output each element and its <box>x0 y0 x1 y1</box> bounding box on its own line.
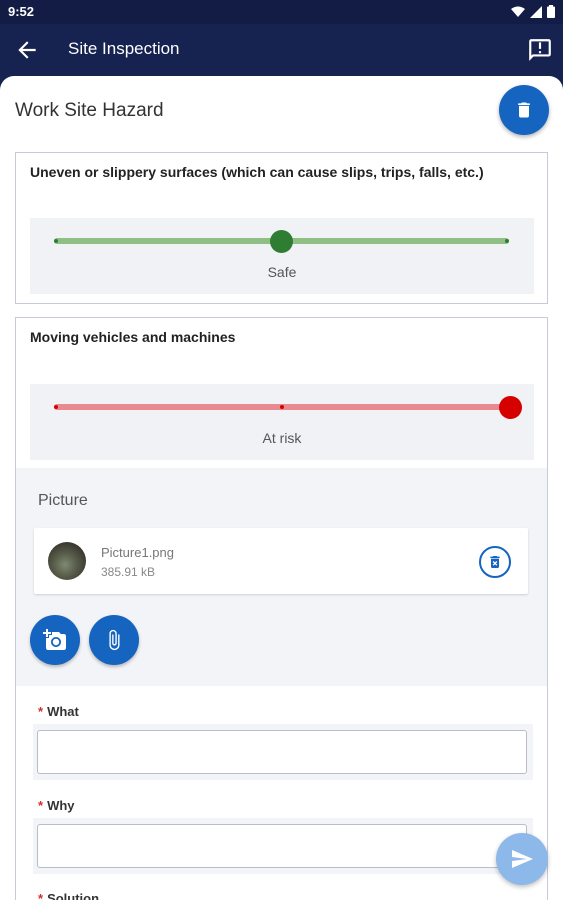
slider-tick <box>280 405 284 409</box>
back-arrow-icon <box>18 41 36 59</box>
slider-tick <box>54 405 58 409</box>
slider-tick <box>505 239 509 243</box>
slider-value-label: Safe <box>267 264 297 280</box>
feedback-icon <box>529 39 551 61</box>
hazard-label: Moving vehicles and machines <box>30 329 236 345</box>
hazard-slider[interactable]: Safe <box>30 218 534 294</box>
hazard-label: Uneven or slippery surfaces (which can c… <box>30 164 484 180</box>
hazard-card-surfaces: Uneven or slippery surfaces (which can c… <box>15 152 548 304</box>
picture-section: Picture Picture1.png 385.91 kB <box>16 468 547 686</box>
hazard-slider[interactable]: At risk <box>30 384 534 460</box>
required-marker: * <box>38 704 44 719</box>
delete-section-button[interactable] <box>499 85 549 135</box>
hazard-card-vehicles: Moving vehicles and machines At risk Pic… <box>15 317 548 900</box>
attachment-name: Picture1.png <box>101 545 174 560</box>
paperclip-icon <box>109 629 120 651</box>
status-bar: 9:52 <box>0 0 563 24</box>
section-title: Work Site Hazard <box>15 100 164 121</box>
camera-add-icon <box>43 629 66 650</box>
app-bar: Site Inspection <box>0 24 563 76</box>
attachment-item[interactable]: Picture1.png 385.91 kB <box>34 528 528 594</box>
required-marker: * <box>38 798 44 813</box>
page-title: Site Inspection <box>68 39 180 58</box>
add-photo-button[interactable] <box>30 615 80 665</box>
send-icon <box>512 850 533 868</box>
feedback-button[interactable] <box>527 37 553 63</box>
picture-label: Picture <box>38 492 88 509</box>
slider-thumb[interactable] <box>270 230 293 253</box>
slider-thumb[interactable] <box>499 396 522 419</box>
what-field <box>33 724 533 780</box>
what-label: * What <box>38 704 79 719</box>
trash-icon <box>490 556 500 568</box>
signal-icon <box>530 5 542 18</box>
slider-value-label: At risk <box>262 430 302 446</box>
why-input[interactable] <box>37 824 527 868</box>
why-label: * Why <box>38 798 75 813</box>
status-icons <box>511 5 555 18</box>
attachment-size: 385.91 kB <box>101 565 156 579</box>
why-label-text: Why <box>47 798 75 813</box>
what-label-text: What <box>47 704 79 719</box>
back-button[interactable] <box>14 37 40 63</box>
attach-file-button[interactable] <box>89 615 139 665</box>
solution-label: * Solution <box>38 891 99 900</box>
form-sheet: Work Site Hazard Uneven or slippery surf… <box>0 76 563 900</box>
attachment-thumbnail <box>48 542 86 580</box>
trash-icon <box>518 102 530 118</box>
status-time: 9:52 <box>8 4 35 19</box>
slider-tick <box>54 239 58 243</box>
solution-label-text: Solution <box>47 891 100 900</box>
why-field <box>33 818 533 874</box>
required-marker: * <box>38 891 44 900</box>
send-button[interactable] <box>496 833 548 885</box>
delete-attachment-button[interactable] <box>479 546 511 578</box>
wifi-icon <box>511 6 525 17</box>
battery-icon <box>547 5 555 18</box>
what-input[interactable] <box>37 730 527 774</box>
